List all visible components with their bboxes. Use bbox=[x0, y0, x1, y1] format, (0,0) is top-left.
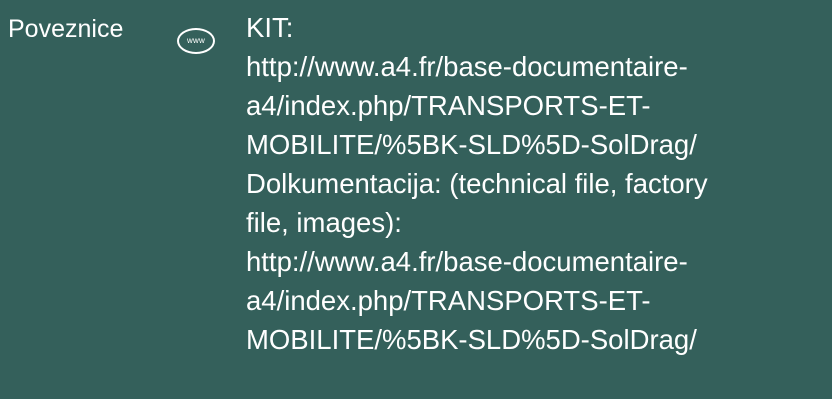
documentation-url-line-3[interactable]: MOBILITE/%5BK-SLD%5D-SolDrag/ bbox=[246, 320, 830, 359]
links-label: Poveznice bbox=[8, 15, 124, 43]
kit-url-line-2[interactable]: a4/index.php/TRANSPORTS-ET- bbox=[246, 86, 830, 125]
documentation-heading: Dolkumentacija: (technical file, factory bbox=[246, 168, 708, 199]
kit-url-line-3[interactable]: MOBILITE/%5BK-SLD%5D-SolDrag/ bbox=[246, 125, 830, 164]
www-link-icon: www bbox=[177, 28, 215, 54]
kit-heading: KIT: bbox=[246, 12, 294, 43]
documentation-heading-continued: file, images): bbox=[246, 207, 402, 238]
kit-url-line-1[interactable]: http://www.a4.fr/base-documentaire- bbox=[246, 47, 830, 86]
links-slide: Poveznice www KIT: http://www.a4.fr/base… bbox=[0, 0, 832, 399]
links-text-block: KIT: http://www.a4.fr/base-documentaire-… bbox=[246, 8, 830, 359]
www-icon-text: www bbox=[187, 36, 205, 45]
documentation-url-line-2[interactable]: a4/index.php/TRANSPORTS-ET- bbox=[246, 281, 830, 320]
documentation-url-line-1[interactable]: http://www.a4.fr/base-documentaire- bbox=[246, 242, 830, 281]
